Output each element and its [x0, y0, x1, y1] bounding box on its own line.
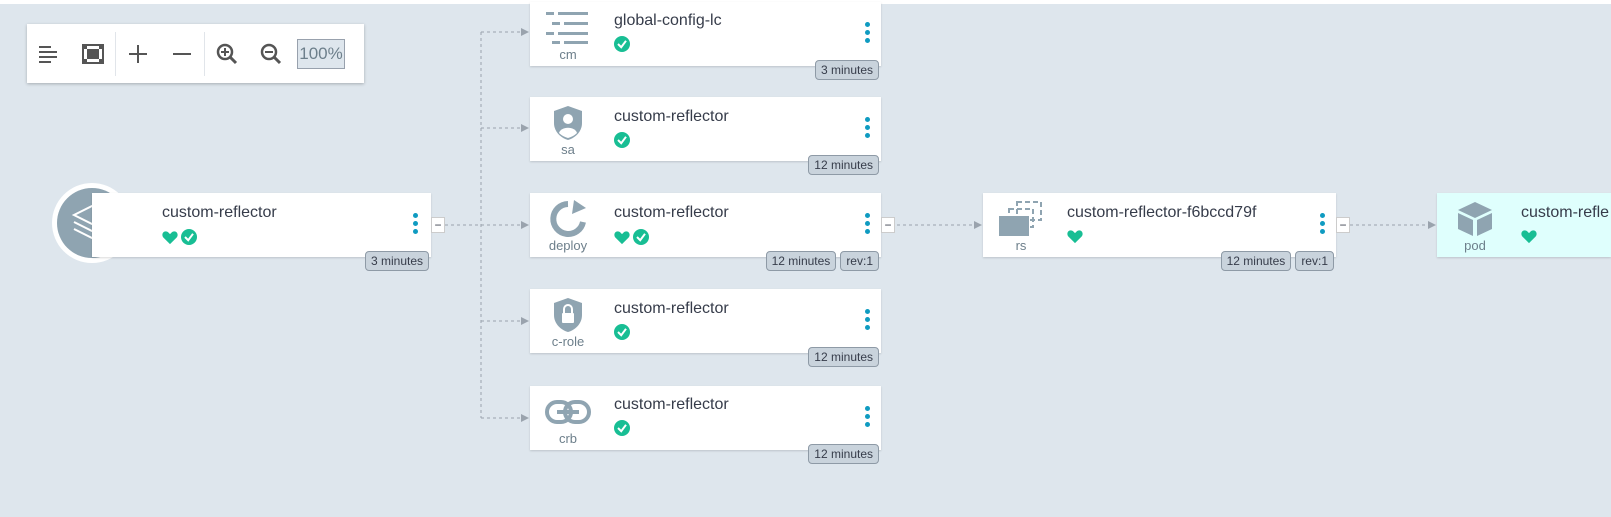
- resource-kind: crb: [558, 431, 578, 446]
- resource-menu-button[interactable]: [1318, 213, 1326, 237]
- serviceaccount-icon: [540, 105, 596, 141]
- resource-kind: rs: [1015, 238, 1027, 253]
- resource-badges: 12 minutes: [808, 444, 879, 464]
- heart-icon: [614, 230, 630, 244]
- resource-badges: 12 minutes: [808, 347, 879, 367]
- resource-status: [1521, 229, 1537, 244]
- resource-node-crb[interactable]: crb custom-reflector 12 minutes: [530, 386, 881, 464]
- resource-node-cm[interactable]: cm global-config-lc 3 minutes: [530, 2, 881, 80]
- resource-kind: deploy: [548, 238, 588, 253]
- link-icon: [540, 394, 596, 430]
- app-name: custom-reflector: [162, 204, 277, 221]
- resource-menu-button[interactable]: [863, 117, 871, 141]
- check-circle-icon: [614, 324, 630, 340]
- resource-menu-button[interactable]: [863, 22, 871, 46]
- resource-menu-button[interactable]: [863, 309, 871, 333]
- age-badge: 12 minutes: [808, 347, 879, 367]
- check-circle-icon: [614, 132, 630, 148]
- age-badge: 12 minutes: [1220, 251, 1292, 271]
- resource-name: custom-refle: [1521, 204, 1610, 221]
- resource-badges: 12 minutes rev:1: [765, 251, 879, 271]
- resource-menu-button[interactable]: [863, 213, 871, 237]
- check-circle-icon: [614, 420, 630, 436]
- resource-kind: cm: [559, 47, 577, 62]
- check-circle-icon: [633, 229, 649, 245]
- resource-name: custom-reflector: [614, 108, 729, 125]
- resource-name: global-config-lc: [614, 12, 722, 29]
- resource-node-sa[interactable]: sa custom-reflector 12 minutes: [530, 97, 881, 175]
- check-circle-icon: [614, 36, 630, 52]
- resource-status: [614, 36, 630, 52]
- cube-icon: [1447, 201, 1503, 237]
- deploy-icon: [540, 200, 596, 237]
- resource-badges: 3 minutes: [814, 60, 879, 80]
- resource-status: [614, 132, 630, 148]
- resource-kind: pod: [1464, 238, 1486, 253]
- replicaset-node[interactable]: rs custom-reflector-f6bccd79f 12 minutes…: [983, 193, 1336, 271]
- pod-node[interactable]: pod custom-refle: [1437, 193, 1611, 257]
- age-badge: 3 minutes: [814, 60, 879, 80]
- collapse-toggle[interactable]: −: [1336, 217, 1350, 233]
- resource-badges: 12 minutes: [808, 155, 879, 175]
- age-badge: 3 minutes: [364, 251, 429, 271]
- age-badge: 12 minutes: [765, 251, 837, 271]
- application-card[interactable]: custom-reflector 3 minutes: [92, 193, 431, 271]
- resource-kind: c-role: [551, 334, 585, 349]
- resource-name: custom-reflector-f6bccd79f: [1067, 204, 1257, 221]
- heart-icon: [1067, 230, 1083, 244]
- clusterrole-icon: [540, 297, 596, 333]
- app-status: [162, 229, 197, 245]
- app-menu-button[interactable]: [411, 213, 419, 237]
- check-circle-icon: [181, 229, 197, 245]
- resource-name: custom-reflector: [614, 396, 729, 413]
- resource-node-c-role[interactable]: c-role custom-reflector 12 minutes: [530, 289, 881, 367]
- resource-status: [614, 229, 649, 245]
- age-badge: 12 minutes: [808, 444, 879, 464]
- collapse-toggle[interactable]: −: [881, 217, 895, 233]
- configmap-icon: [540, 10, 596, 46]
- resource-name: custom-reflector: [614, 300, 729, 317]
- resource-status: [614, 324, 630, 340]
- age-badge: 12 minutes: [808, 155, 879, 175]
- collapse-toggle[interactable]: −: [431, 217, 445, 233]
- resource-kind: sa: [561, 142, 575, 157]
- replicaset-icon: [993, 201, 1049, 237]
- resource-badges: 12 minutes rev:1: [1220, 251, 1334, 271]
- resource-node-deploy[interactable]: deploy custom-reflector 12 minutes rev:1: [530, 193, 881, 271]
- revision-badge: rev:1: [1295, 251, 1334, 271]
- resource-status: [1067, 229, 1083, 244]
- resource-status: [614, 420, 630, 436]
- resource-menu-button[interactable]: [863, 406, 871, 430]
- heart-icon: [1521, 230, 1537, 244]
- heart-icon: [162, 230, 178, 244]
- resource-name: custom-reflector: [614, 204, 729, 221]
- app-badges: 3 minutes: [364, 251, 429, 271]
- revision-badge: rev:1: [840, 251, 879, 271]
